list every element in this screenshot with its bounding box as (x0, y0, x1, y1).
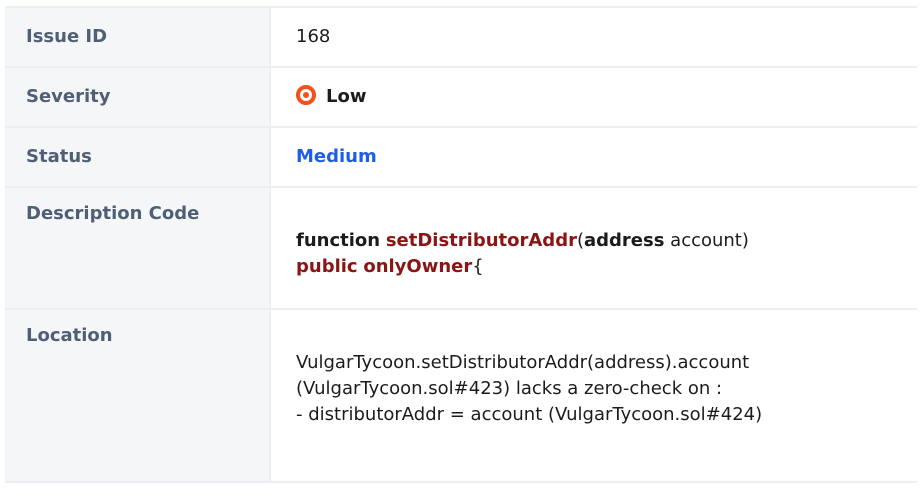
description-row: Description Code function setDistributor… (5, 188, 917, 310)
code-keyword-address: address (584, 230, 665, 251)
location-line: - distributorAddr = account (VulgarTycoo… (296, 404, 763, 425)
status-label: Status (5, 128, 271, 186)
code-paren-open: ( (576, 230, 584, 251)
severity-value: Low (326, 86, 367, 107)
status-row: Status Medium (5, 128, 917, 188)
location-label: Location (5, 310, 271, 481)
severity-row: Severity Low (5, 68, 917, 128)
code-function-name: setDistributorAddr (385, 230, 577, 251)
status-value-cell: Medium (271, 128, 917, 186)
issue-id-value: 168 (296, 26, 331, 47)
issue-details-table: Issue ID 168 Severity Low Status Medium … (5, 6, 917, 483)
description-label: Description Code (5, 188, 271, 308)
location-line: VulgarTycoon.setDistributorAddr(address)… (296, 352, 750, 373)
severity-low-icon (296, 85, 316, 105)
issue-id-row: Issue ID 168 (5, 8, 917, 68)
code-keyword-public: public (296, 256, 358, 277)
status-value: Medium (296, 146, 377, 167)
description-code: function setDistributorAddr(address acco… (271, 188, 917, 308)
code-keyword-function: function (296, 230, 381, 251)
location-line: (VulgarTycoon.sol#423) lacks a zero-chec… (296, 378, 723, 399)
code-param: account) (664, 230, 749, 251)
severity-value-cell: Low (271, 68, 917, 126)
code-modifier-only-owner: onlyOwner (363, 256, 473, 277)
issue-id-label: Issue ID (5, 8, 271, 66)
location-text: VulgarTycoon.setDistributorAddr(address)… (271, 310, 917, 481)
code-brace: { (472, 256, 484, 277)
location-row: Location VulgarTycoon.setDistributorAddr… (5, 310, 917, 481)
severity-label: Severity (5, 68, 271, 126)
